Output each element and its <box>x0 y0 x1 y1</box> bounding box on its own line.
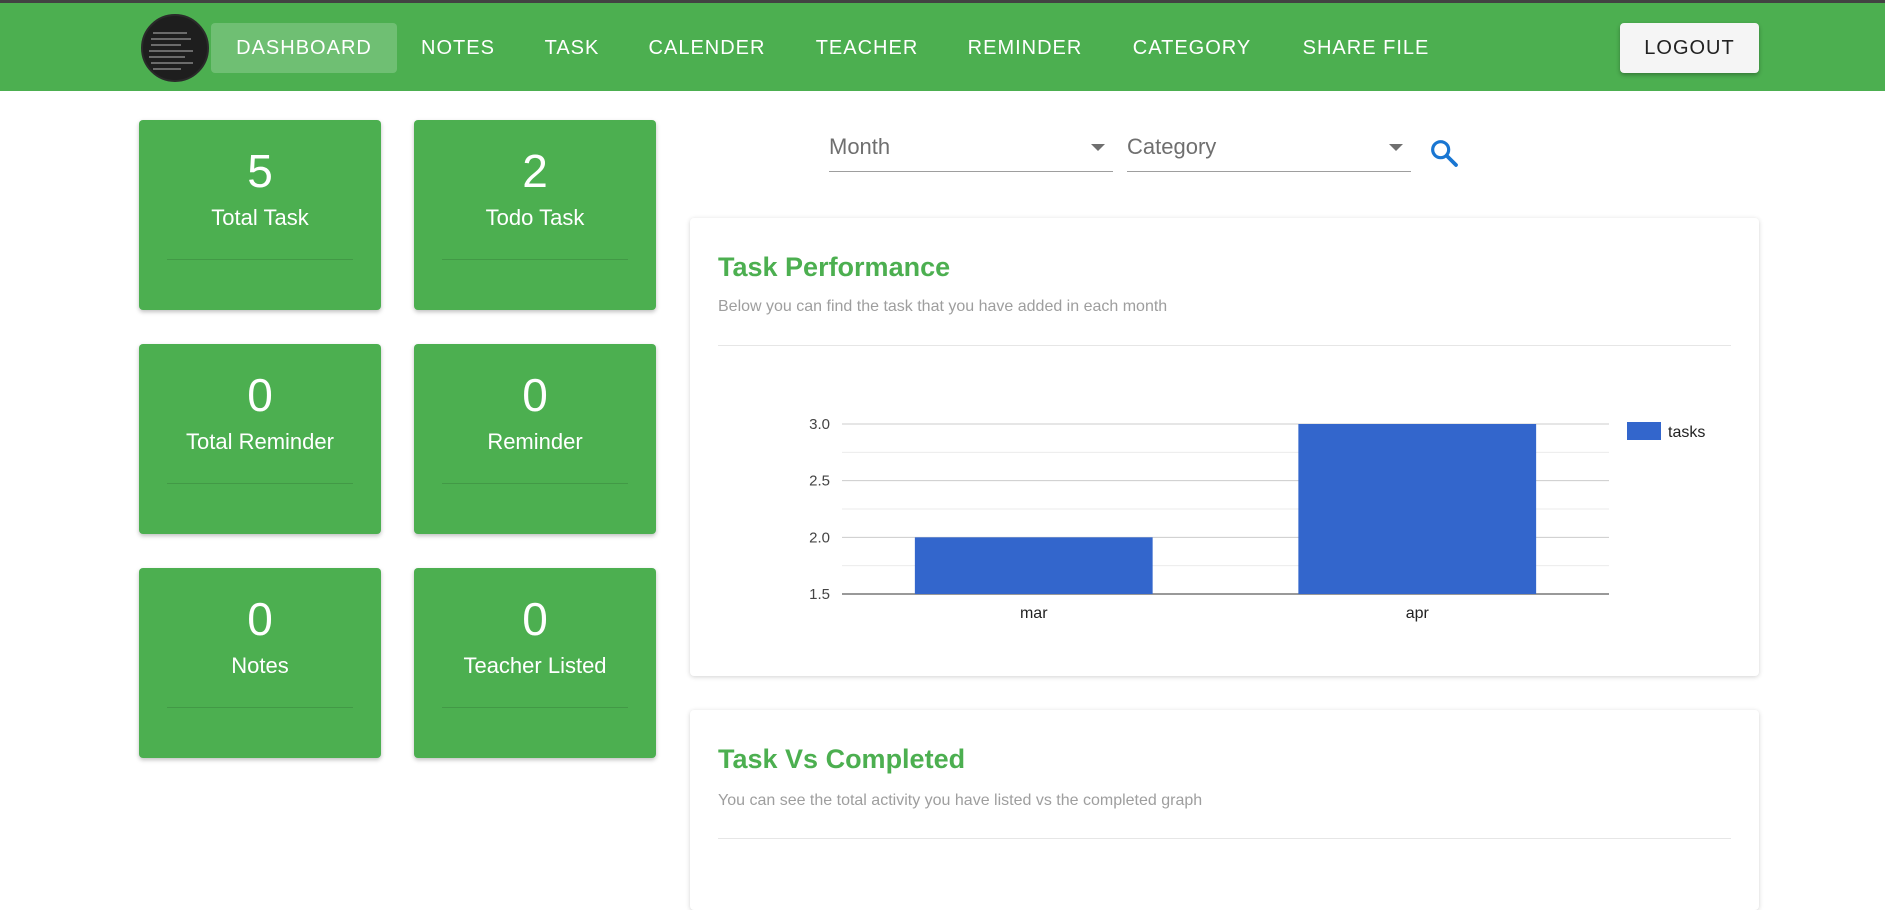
dropdown-arrow-icon <box>1389 144 1403 151</box>
top-navbar: DASHBOARD NOTES TASK CALENDER TEACHER RE… <box>0 3 1885 91</box>
category-select[interactable]: Category <box>1127 126 1411 172</box>
stat-card-total-reminder: 0 Total Reminder <box>139 344 381 534</box>
card-divider <box>442 707 628 708</box>
search-icon[interactable] <box>1428 137 1460 169</box>
nav-share-file[interactable]: SHARE FILE <box>1290 23 1442 73</box>
logout-button[interactable]: LOGOUT <box>1620 23 1759 73</box>
stat-value: 0 <box>522 369 548 421</box>
stat-card-total-task: 5 Total Task <box>139 120 381 310</box>
stat-card-notes: 0 Notes <box>139 568 381 758</box>
avatar[interactable] <box>141 14 209 82</box>
card-divider <box>167 707 353 708</box>
x-tick-label: mar <box>1020 605 1048 622</box>
card-divider <box>167 259 353 260</box>
stat-value: 0 <box>247 369 273 421</box>
card-divider <box>442 259 628 260</box>
nav-teacher[interactable]: TEACHER <box>803 23 931 73</box>
y-tick-label: 2.0 <box>809 529 830 546</box>
stat-label: Todo Task <box>485 205 585 230</box>
stat-label: Total Task <box>211 205 309 230</box>
y-tick-label: 3.0 <box>809 416 830 433</box>
stat-card-reminder: 0 Reminder <box>414 344 656 534</box>
task-vs-completed-panel: Task Vs Completed You can see the total … <box>690 710 1759 910</box>
card-divider <box>442 483 628 484</box>
card-divider <box>167 483 353 484</box>
dropdown-arrow-icon <box>1091 144 1105 151</box>
task-performance-panel: Task Performance Below you can find the … <box>690 218 1759 676</box>
category-select-placeholder: Category <box>1127 134 1217 159</box>
nav-calender[interactable]: CALENDER <box>638 23 776 73</box>
panel-divider <box>718 838 1731 839</box>
stat-card-teacher-listed: 0 Teacher Listed <box>414 568 656 758</box>
stat-value: 0 <box>247 593 273 645</box>
panel-title: Task Vs Completed <box>718 744 966 774</box>
legend-swatch <box>1627 422 1661 440</box>
stat-value: 5 <box>247 145 273 197</box>
legend-label: tasks <box>1668 424 1705 441</box>
month-select[interactable]: Month <box>829 126 1113 172</box>
nav-task[interactable]: TASK <box>530 23 614 73</box>
stat-label: Teacher Listed <box>463 653 607 678</box>
stat-value: 0 <box>522 593 548 645</box>
nav-category[interactable]: CATEGORY <box>1122 23 1262 73</box>
nav-dashboard[interactable]: DASHBOARD <box>211 23 397 73</box>
y-tick-label: 1.5 <box>809 586 830 603</box>
stat-value: 2 <box>522 145 548 197</box>
stat-label: Notes <box>231 653 289 678</box>
stat-card-todo-task: 2 Todo Task <box>414 120 656 310</box>
nav-notes[interactable]: NOTES <box>408 23 508 73</box>
x-tick-label: apr <box>1406 605 1430 622</box>
chart-bar-mar <box>914 537 1153 594</box>
stat-label: Total Reminder <box>186 429 334 454</box>
y-tick-label: 2.5 <box>809 473 830 490</box>
stat-label: Reminder <box>487 429 583 454</box>
chart-bar-apr <box>1298 424 1537 594</box>
task-performance-chart: 3.0 2.5 2.0 1.5 mar apr tasks <box>809 416 1705 622</box>
panel-subtitle: You can see the total activity you have … <box>718 792 1203 809</box>
nav-reminder[interactable]: REMINDER <box>955 23 1095 73</box>
month-select-placeholder: Month <box>829 134 891 159</box>
